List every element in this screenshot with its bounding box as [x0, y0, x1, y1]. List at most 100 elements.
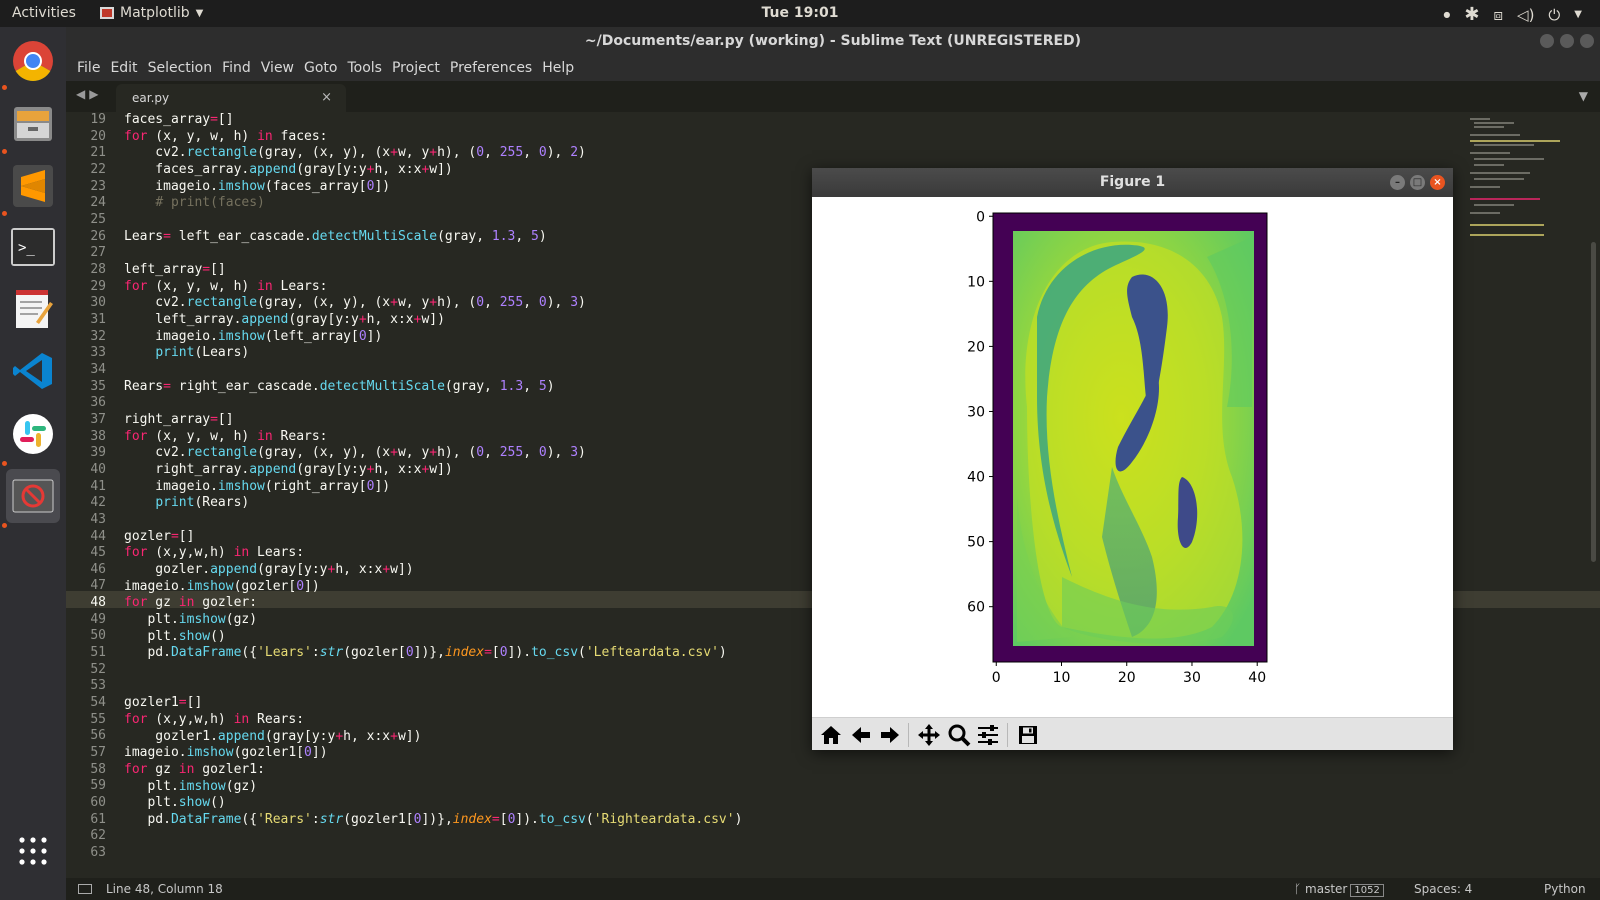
line-number: 51 [90, 645, 106, 661]
code-line: right_array.append(gray[y:y+h, x:x+w]) [124, 462, 453, 477]
line-number: 36 [90, 395, 106, 411]
window-title: ~/Documents/ear.py (working) - Sublime T… [584, 33, 1082, 49]
forward-arrow-icon[interactable] [877, 722, 903, 748]
code-line: for gz in gozler1: [124, 762, 265, 777]
files-icon[interactable] [6, 97, 60, 151]
zoom-icon[interactable] [946, 722, 972, 748]
code-line: for (x, y, w, h) in Lears: [124, 278, 328, 294]
slack-icon[interactable] [6, 407, 60, 461]
minimize-button[interactable] [1540, 34, 1554, 48]
line-number: 56 [90, 728, 106, 744]
maximize-button[interactable]: □ [1410, 175, 1425, 190]
code-line: gozler=[] [124, 528, 195, 544]
code-line: # print(faces) [155, 195, 265, 211]
minimap[interactable] [1466, 112, 1596, 312]
line-number: 41 [90, 478, 106, 494]
dot-icon: ● [1443, 10, 1451, 19]
chevron-down-icon[interactable]: ▼ [1579, 89, 1588, 103]
save-icon[interactable] [1015, 722, 1041, 748]
minimize-button[interactable]: – [1390, 175, 1405, 190]
sublime-text-icon[interactable] [6, 159, 60, 213]
close-button[interactable]: × [1430, 175, 1445, 190]
pan-icon[interactable] [916, 722, 942, 748]
line-number: 63 [90, 845, 106, 861]
line-number: 42 [90, 495, 106, 511]
line-number: 32 [90, 328, 106, 344]
line-number: 21 [90, 145, 106, 161]
chevron-down-icon[interactable]: ▼ [1574, 9, 1582, 20]
menu-preferences[interactable]: Preferences [445, 57, 537, 81]
line-number: 37 [90, 411, 106, 427]
close-button[interactable] [1580, 34, 1594, 48]
network-icon[interactable]: ⧈ [1493, 6, 1503, 24]
text-editor-icon[interactable] [6, 282, 60, 336]
menu-file[interactable]: File [72, 57, 105, 81]
figure-toolbar [812, 717, 1453, 750]
line-number: 61 [90, 811, 106, 827]
figure-canvas[interactable]: 0 10 20 30 40 0 10 20 30 40 50 60 [812, 197, 1453, 717]
line-number: 24 [90, 195, 106, 211]
code-line: imageio.imshow(gozler[0]) [124, 578, 320, 594]
code-line: faces_array.append(gray[y:y+h, x:x+w]) [124, 162, 453, 177]
x-tick-label: 10 [1053, 670, 1071, 686]
line-number: 22 [90, 161, 106, 177]
clock[interactable]: Tue 19:01 [762, 5, 839, 21]
dock: >_ [0, 27, 66, 900]
configure-subplots-icon[interactable] [975, 722, 1001, 748]
tab-ear-py[interactable]: ear.py × [116, 84, 346, 112]
activities-button[interactable]: Activities [12, 5, 76, 21]
slack-tray-icon[interactable]: ✱ [1464, 4, 1479, 25]
svg-text:>_: >_ [18, 240, 35, 256]
cursor-position: Line 48, Column 18 [106, 882, 223, 896]
menu-edit[interactable]: Edit [105, 57, 142, 81]
code-line: for (x,y,w,h) in Rears: [124, 712, 305, 727]
menu-help[interactable]: Help [537, 57, 579, 81]
vscode-icon[interactable] [6, 344, 60, 398]
line-number: 40 [90, 461, 106, 477]
menu-goto[interactable]: Goto [299, 57, 342, 81]
terminal-icon[interactable]: >_ [6, 220, 60, 274]
home-icon[interactable] [818, 722, 844, 748]
menu-view[interactable]: View [256, 57, 299, 81]
syntax-selector[interactable]: Python [1544, 882, 1586, 896]
code-line: gozler.append(gray[y:y+h, x:x+w]) [124, 562, 414, 577]
y-tick-label: 50 [967, 535, 985, 551]
scrollbar[interactable] [1591, 242, 1596, 562]
chrome-icon[interactable] [6, 34, 60, 88]
code-line: for (x,y,w,h) in Lears: [124, 545, 305, 561]
line-number: 31 [90, 311, 106, 327]
app-menu[interactable]: Matplotlib ▼ [100, 5, 203, 21]
line-number: 49 [90, 611, 106, 627]
code-line: cv2.rectangle(gray, (x, y), (x+w, y+h), … [124, 445, 586, 461]
y-tick-label: 0 [976, 209, 985, 225]
figure-window: Figure 1 – □ × 0 10 20 30 40 0 10 20 30 … [812, 168, 1453, 750]
grid-icon[interactable] [17, 835, 49, 867]
code-line: plt.imshow(gz) [124, 778, 258, 794]
power-icon[interactable]: ⏻ [1548, 6, 1560, 24]
line-number: 58 [90, 761, 106, 777]
git-branch[interactable]: ᚴ master 1052 [1294, 882, 1384, 897]
line-number: 30 [90, 295, 106, 311]
menu-find[interactable]: Find [217, 57, 256, 81]
back-arrow-icon[interactable] [848, 722, 874, 748]
y-tick-label: 20 [967, 339, 985, 355]
matplotlib-figure-icon[interactable] [6, 469, 60, 523]
app-menu-label: Matplotlib [120, 5, 190, 21]
line-number: 62 [90, 828, 106, 844]
code-line: print(Rears) [155, 495, 250, 511]
menu-project[interactable]: Project [387, 57, 445, 81]
maximize-button[interactable] [1560, 34, 1574, 48]
close-icon[interactable]: × [321, 90, 332, 105]
indentation-setting[interactable]: Spaces: 4 [1414, 882, 1472, 896]
line-number: 29 [90, 278, 106, 294]
menu-selection[interactable]: Selection [143, 57, 218, 81]
line-number: 55 [90, 711, 106, 727]
code-line: gozler1=[] [124, 695, 203, 711]
figure-titlebar: Figure 1 – □ × [812, 168, 1453, 197]
line-number: 44 [90, 528, 106, 544]
tab-nav-arrows-icon[interactable]: ◀▶ [76, 87, 102, 101]
volume-icon[interactable]: ◁) [1517, 6, 1534, 24]
line-number: 50 [90, 628, 106, 644]
menu-tools[interactable]: Tools [342, 57, 387, 81]
panel-toggle-icon[interactable] [78, 884, 92, 894]
